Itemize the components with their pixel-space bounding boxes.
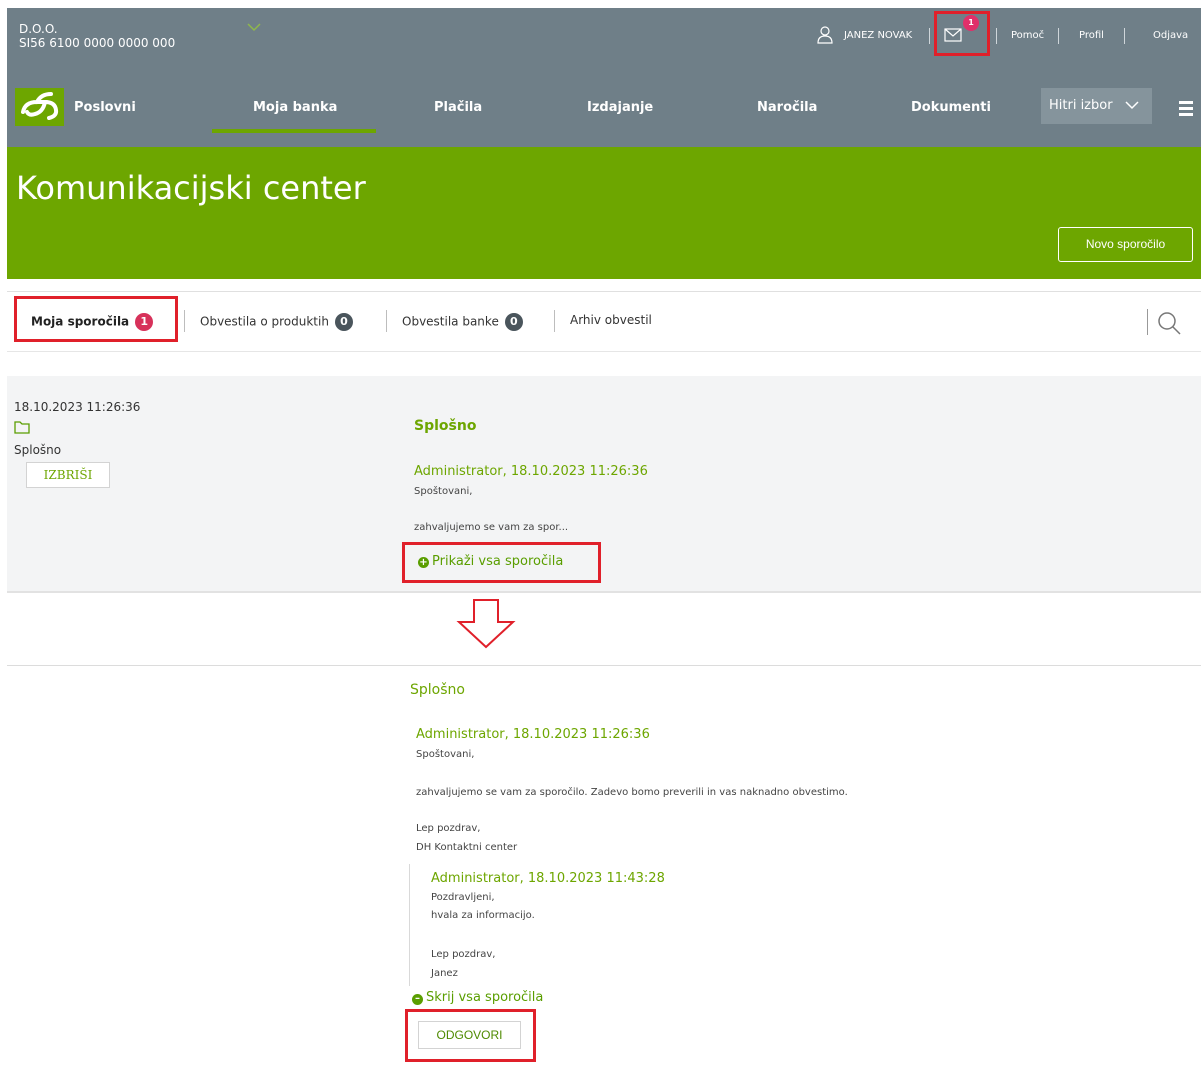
tab-count-badge: 0 [504, 313, 523, 331]
message-item: 18.10.2023 11:26:36 Splošno IZBRIŠI Splo… [7, 376, 1201, 593]
divider [1124, 28, 1125, 44]
divider [7, 665, 1201, 666]
tab-label: Obvestila o produktih [200, 314, 329, 329]
divider [1147, 309, 1148, 335]
page-title: Komunikacijski center [16, 169, 366, 207]
message-author: Administrator, 18.10.2023 11:26:36 [416, 727, 650, 742]
reply-body: hvala za informacijo. [431, 910, 535, 921]
nav-narocila[interactable]: Naročila [757, 100, 817, 115]
message-subject[interactable]: Splošno [414, 418, 476, 434]
tab-moja-sporocila[interactable]: Moja sporočila 1 [31, 313, 154, 331]
arrow-down-icon [456, 599, 516, 649]
message-date: 18.10.2023 11:26:36 [14, 400, 141, 414]
user-name[interactable]: JANEZ NOVAK [844, 30, 912, 41]
company-selector[interactable]: D.O.O. SI56 6100 0000 0000 000 [19, 22, 175, 50]
show-all-label: Prikaži vsa sporočila [432, 554, 564, 569]
mail-icon[interactable] [944, 28, 962, 42]
logout-link[interactable]: Odjava [1153, 30, 1188, 41]
message-body: zahvaljujemo se vam za sporočilo. Zadevo… [416, 787, 848, 798]
message-greeting: Spoštovani, [416, 749, 475, 760]
message-greeting: Spoštovani, [414, 486, 473, 497]
delete-button[interactable]: IZBRIŠI [26, 462, 110, 488]
divider [1058, 28, 1059, 44]
quick-select-dropdown[interactable]: Hitri izbor [1041, 88, 1152, 124]
company-account: SI56 6100 0000 0000 000 [19, 36, 176, 50]
reply-greeting: Pozdravljeni, [431, 892, 495, 903]
quick-select-label: Hitri izbor [1049, 98, 1113, 113]
nav-moja-banka[interactable]: Moja banka [253, 100, 337, 115]
main-nav: Poslovni Moja banka Plačila Izdajanje Na… [7, 86, 1201, 133]
company-name: D.O.O. [19, 22, 58, 36]
mail-count-badge: 1 [963, 15, 979, 31]
tab-obvestila-o-produktih[interactable]: Obvestila o produktih 0 [200, 313, 353, 331]
chevron-down-icon[interactable] [247, 22, 261, 32]
folder-icon [14, 421, 30, 434]
tab-label: Moja sporočila [31, 314, 130, 329]
user-icon [817, 26, 833, 44]
reply-indent-rule [409, 864, 410, 986]
tab-obvestila-banke[interactable]: Obvestila banke 0 [402, 313, 523, 331]
minus-circle-icon: – [412, 994, 423, 1005]
new-message-button[interactable]: Novo sporočilo [1058, 227, 1193, 262]
nav-dokumenti[interactable]: Dokumenti [911, 100, 991, 115]
divider [929, 28, 930, 44]
reply-signature: Janez [431, 968, 458, 979]
hamburger-menu-icon[interactable] [1179, 100, 1193, 116]
brand-label[interactable]: Poslovni [74, 100, 136, 115]
divider [184, 310, 185, 332]
divider [996, 28, 997, 44]
page-hero: Komunikacijski center Novo sporočilo [7, 147, 1201, 279]
message-signature: DH Kontaktni center [416, 842, 518, 853]
thread-subject: Splošno [410, 682, 465, 698]
profile-link[interactable]: Profil [1079, 30, 1104, 41]
highlight-box [934, 11, 990, 56]
show-all-messages-link[interactable]: + Prikaži vsa sporočila [418, 554, 563, 569]
nav-placila[interactable]: Plačila [434, 100, 482, 115]
nav-izdajanje[interactable]: Izdajanje [587, 100, 653, 115]
tab-count-badge: 1 [135, 313, 154, 331]
message-closing: Lep pozdrav, [416, 823, 481, 834]
tab-count-badge: 0 [334, 313, 353, 331]
message-category: Splošno [14, 443, 62, 457]
message-author: Administrator, 18.10.2023 11:26:36 [414, 464, 648, 479]
logo-icon [21, 92, 59, 120]
divider [554, 310, 555, 332]
top-header: D.O.O. SI56 6100 0000 0000 000 JANEZ NOV… [7, 8, 1201, 147]
divider [386, 310, 387, 332]
tab-label: Arhiv obvestil [570, 313, 652, 327]
search-icon[interactable] [1157, 311, 1181, 335]
reply-author: Administrator, 18.10.2023 11:43:28 [431, 871, 665, 886]
nav-active-indicator [212, 129, 376, 133]
bank-logo[interactable] [15, 88, 64, 126]
help-link[interactable]: Pomoč [1011, 30, 1044, 41]
plus-circle-icon: + [418, 557, 429, 568]
hide-all-messages-link[interactable]: – Skrij vsa sporočila [412, 990, 543, 1005]
divider [7, 291, 1201, 292]
reply-button[interactable]: ODGOVORI [418, 1021, 521, 1049]
message-preview: zahvaljujemo se vam za spor... [414, 522, 569, 533]
reply-closing: Lep pozdrav, [431, 949, 496, 960]
hide-all-label: Skrij vsa sporočila [426, 990, 544, 1005]
chevron-down-icon [1125, 101, 1139, 110]
tab-label: Obvestila banke [402, 314, 499, 329]
tab-arhiv-obvestil[interactable]: Arhiv obvestil [570, 313, 652, 327]
divider [7, 351, 1201, 352]
